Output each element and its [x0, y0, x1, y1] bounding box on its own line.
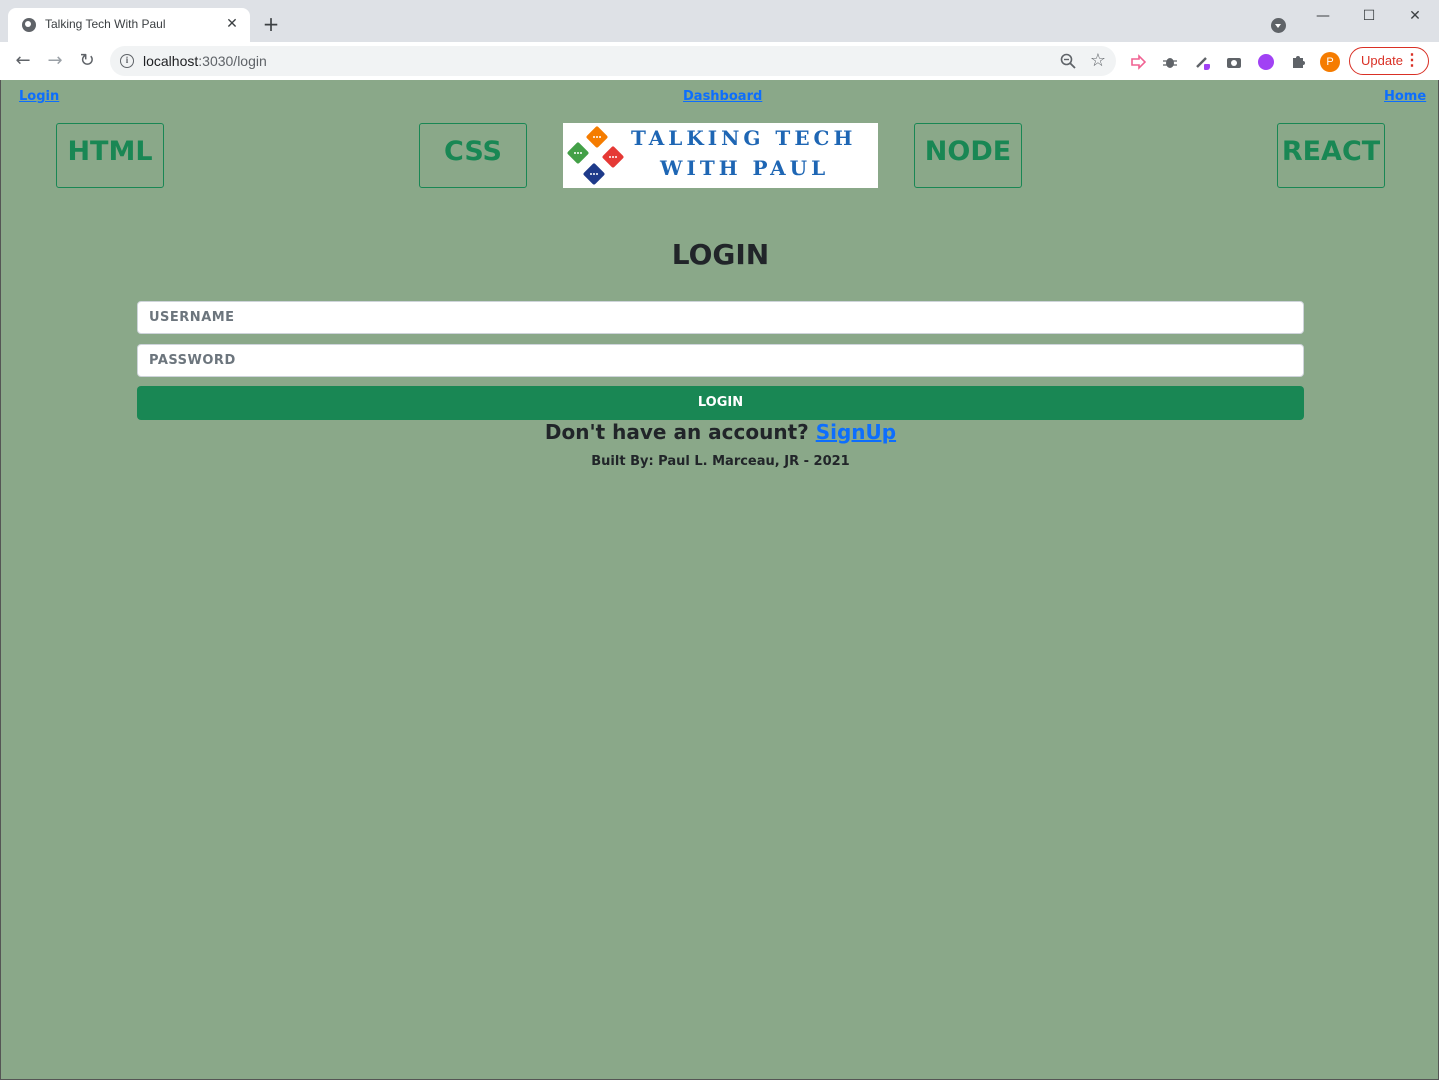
login-button[interactable]: LOGIN — [137, 386, 1304, 420]
logo-badges-icon — [567, 126, 624, 185]
browser-tab[interactable]: Talking Tech With Paul ✕ — [8, 8, 250, 42]
new-tab-button[interactable]: + — [262, 14, 280, 34]
password-field[interactable]: PASSWORD — [137, 344, 1304, 377]
bug-extension-icon[interactable] — [1162, 54, 1178, 70]
menu-dots-icon[interactable]: ⋮ — [1404, 48, 1420, 74]
camera-extension-icon[interactable] — [1226, 54, 1242, 70]
tab-close-icon[interactable]: ✕ — [224, 16, 240, 32]
logo-line1: TALKING TECH — [631, 126, 857, 150]
browser-chrome: Talking Tech With Paul ✕ + — ☐ ✕ ← → ↻ i… — [0, 0, 1439, 80]
close-window-button[interactable]: ✕ — [1405, 6, 1425, 26]
zoom-icon[interactable] — [1060, 53, 1076, 69]
forward-arrow-icon[interactable]: → — [44, 50, 66, 72]
globe-icon — [22, 18, 36, 32]
back-arrow-icon[interactable]: ← — [12, 50, 34, 72]
signup-prompt: Don't have an account? SignUp — [1, 420, 1439, 444]
node-tile[interactable]: NODE — [914, 123, 1022, 188]
url-host: localhost — [143, 53, 199, 69]
nav-login-link[interactable]: Login — [19, 89, 59, 104]
css-tile[interactable]: CSS — [419, 123, 527, 188]
footer-credit: Built By: Paul L. Marceau, JR - 2021 — [591, 454, 850, 469]
profile-avatar[interactable]: P — [1320, 52, 1340, 72]
reload-icon[interactable]: ↻ — [76, 50, 98, 72]
purple-extension-icon[interactable] — [1258, 54, 1274, 70]
logo-line2: WITH PAUL — [660, 156, 830, 180]
eyedropper-extension-icon[interactable] — [1194, 54, 1210, 70]
url-path: :3030/login — [198, 53, 267, 69]
puzzle-extensions-icon[interactable] — [1290, 54, 1306, 70]
bookmark-star-icon[interactable]: ☆ — [1090, 50, 1106, 71]
signup-link[interactable]: SignUp — [816, 420, 896, 444]
signup-prompt-text: Don't have an account? — [544, 420, 809, 444]
update-button[interactable]: Update ⋮ — [1349, 47, 1429, 75]
nav-dashboard-link[interactable]: Dashboard — [683, 89, 762, 104]
react-tile[interactable]: REACT — [1277, 123, 1385, 188]
tab-title: Talking Tech With Paul — [45, 17, 166, 31]
username-field[interactable]: USERNAME — [137, 301, 1304, 334]
html-tile[interactable]: HTML — [56, 123, 164, 188]
browser-toolbar: ← → ↻ i localhost:3030/login ☆ P Update … — [0, 42, 1439, 80]
page-content: Login Dashboard Home HTML CSS TALKING TE… — [0, 80, 1439, 1080]
tab-strip: Talking Tech With Paul ✕ + — ☐ ✕ — [0, 0, 1439, 42]
address-bar[interactable]: i localhost:3030/login ☆ — [110, 46, 1116, 76]
site-logo: TALKING TECH WITH PAUL — [563, 123, 878, 188]
minimize-button[interactable]: — — [1313, 6, 1333, 26]
info-icon[interactable]: i — [120, 54, 134, 68]
update-label: Update — [1361, 53, 1403, 68]
arrow-extension-icon[interactable] — [1130, 54, 1146, 70]
maximize-button[interactable]: ☐ — [1359, 6, 1379, 26]
nav-home-link[interactable]: Home — [1384, 89, 1426, 104]
page-title: LOGIN — [671, 238, 770, 271]
tab-search-icon[interactable] — [1271, 18, 1286, 33]
url-text[interactable]: localhost:3030/login — [143, 53, 267, 69]
